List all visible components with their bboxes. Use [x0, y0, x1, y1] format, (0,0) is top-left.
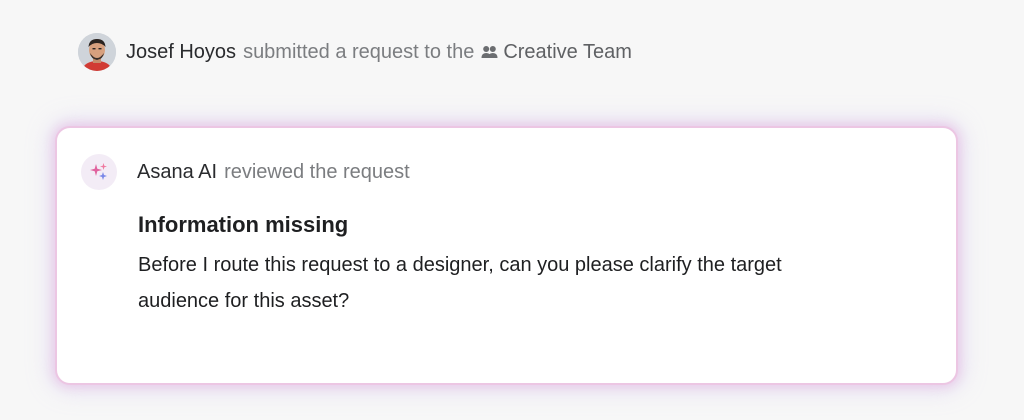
- activity-action: submitted a request to the: [243, 40, 475, 63]
- team-link[interactable]: Creative Team: [481, 41, 632, 64]
- avatar-portrait-icon: [78, 33, 116, 71]
- ai-review-title: Information missing: [138, 212, 349, 237]
- ai-review-message: Before I route this request to a designe…: [138, 254, 782, 312]
- user-name[interactable]: Josef Hoyos: [126, 41, 236, 64]
- page: Josef Hoyos submitted a request to the C…: [0, 0, 1024, 420]
- ai-action: reviewed the request: [224, 161, 410, 183]
- ai-author: Asana AI: [137, 161, 218, 183]
- sparkle-icon: [90, 163, 107, 180]
- ai-review-card: Asana AI reviewed the request Informatio…: [55, 126, 958, 385]
- team-name: Creative Team: [503, 40, 632, 63]
- ai-review-header: Asana AI reviewed the request: [137, 161, 410, 184]
- avatar[interactable]: [78, 33, 116, 71]
- activity-row: Josef Hoyos submitted a request to the C…: [78, 33, 632, 71]
- ai-badge: [81, 154, 117, 190]
- team-icon: [481, 45, 498, 59]
- activity-text: Josef Hoyos submitted a request to the C…: [126, 41, 632, 64]
